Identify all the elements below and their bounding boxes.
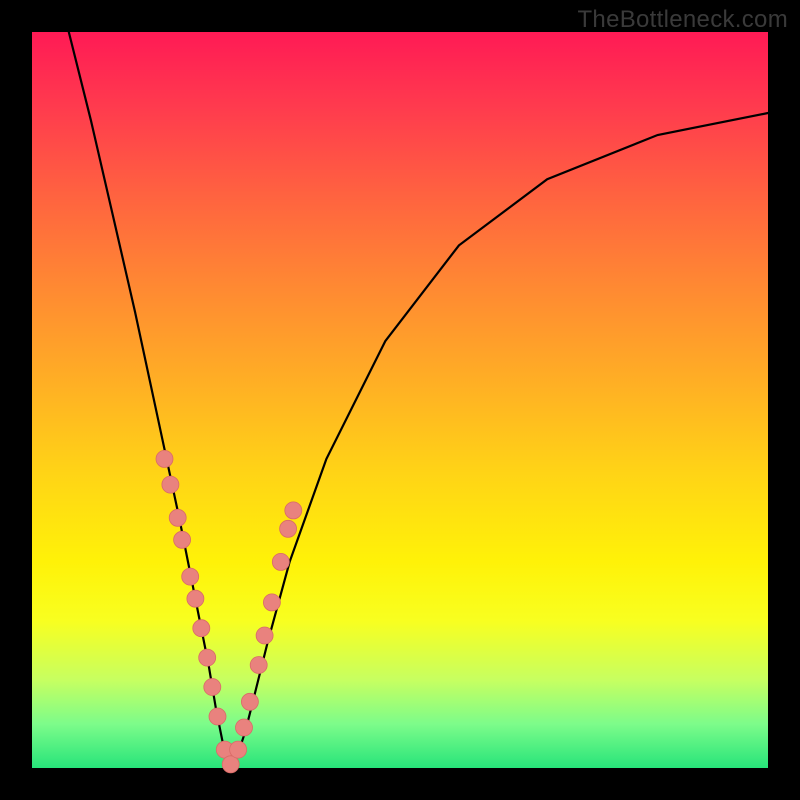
- marker-dot: [199, 649, 216, 666]
- bottleneck-curve: [69, 32, 768, 768]
- marker-dot: [250, 657, 267, 674]
- chart-frame: TheBottleneck.com: [0, 0, 800, 800]
- marker-dot: [187, 590, 204, 607]
- chart-svg: [32, 32, 768, 768]
- marker-dot: [174, 531, 191, 548]
- curve-group: [69, 32, 768, 768]
- marker-dot: [241, 693, 258, 710]
- watermark-text: TheBottleneck.com: [577, 6, 788, 34]
- marker-dot: [272, 553, 289, 570]
- marker-dot: [169, 509, 186, 526]
- marker-dot: [209, 708, 226, 725]
- marker-dot: [204, 679, 221, 696]
- marker-dot: [162, 476, 179, 493]
- marker-dot: [182, 568, 199, 585]
- marker-dot: [236, 719, 253, 736]
- marker-dot: [280, 520, 297, 537]
- dots-group: [156, 450, 302, 772]
- marker-dot: [193, 620, 210, 637]
- marker-dot: [156, 450, 173, 467]
- marker-dot: [256, 627, 273, 644]
- plot-area: [32, 32, 768, 768]
- marker-dot: [263, 594, 280, 611]
- marker-dot: [230, 741, 247, 758]
- marker-dot: [285, 502, 302, 519]
